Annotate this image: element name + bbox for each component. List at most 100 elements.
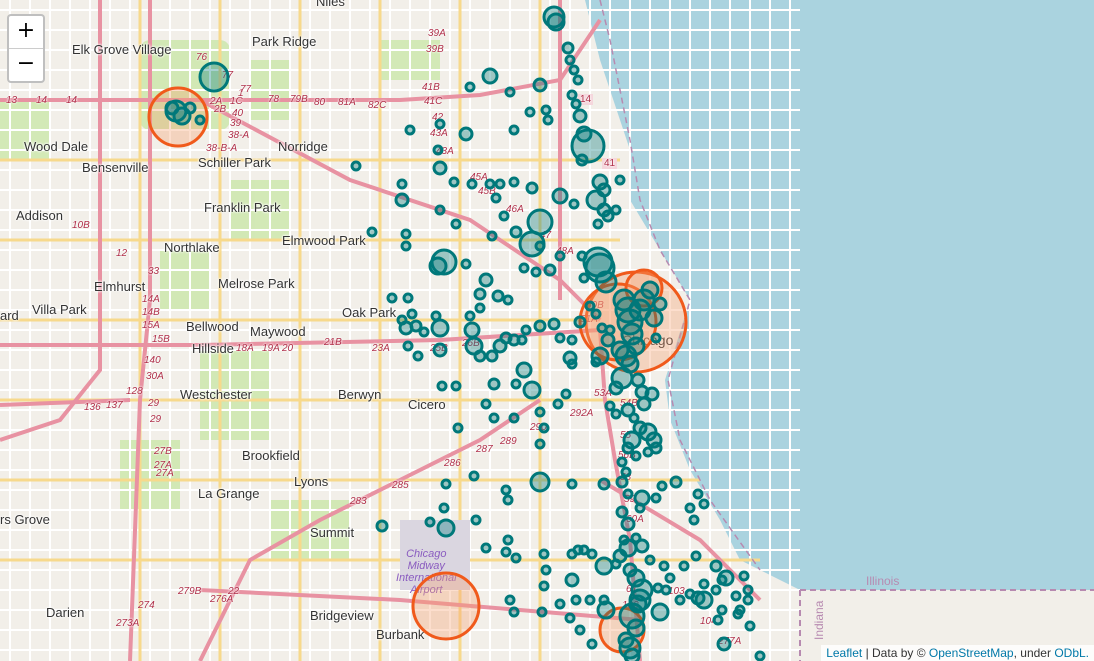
teal-circle-marker[interactable] [463, 321, 481, 339]
teal-circle-marker[interactable] [754, 650, 766, 661]
teal-circle-marker[interactable] [508, 606, 520, 618]
map[interactable]: Niles Elk Grove Village Park Ridge Wood … [0, 0, 1094, 661]
teal-circle-marker[interactable] [652, 296, 668, 312]
teal-circle-marker[interactable] [509, 225, 523, 239]
teal-circle-marker[interactable] [432, 160, 448, 176]
teal-circle-marker[interactable] [586, 638, 598, 650]
teal-circle-marker[interactable] [584, 594, 596, 606]
teal-circle-marker[interactable] [568, 198, 580, 210]
teal-circle-marker[interactable] [452, 422, 464, 434]
teal-circle-marker[interactable] [522, 380, 542, 400]
teal-circle-marker[interactable] [690, 550, 702, 562]
teal-circle-marker[interactable] [674, 594, 686, 606]
teal-circle-marker[interactable] [534, 240, 546, 252]
teal-circle-marker[interactable] [406, 308, 418, 320]
teal-circle-marker[interactable] [396, 314, 408, 326]
teal-circle-marker[interactable] [470, 514, 482, 526]
teal-circle-marker[interactable] [491, 289, 505, 303]
teal-circle-marker[interactable] [468, 470, 480, 482]
teal-circle-marker[interactable] [533, 319, 547, 333]
teal-circle-marker[interactable] [664, 572, 676, 584]
teal-circle-marker[interactable] [350, 160, 362, 172]
teal-circle-marker[interactable] [534, 438, 546, 450]
teal-circle-marker[interactable] [375, 519, 389, 533]
teal-circle-marker[interactable] [538, 422, 550, 434]
teal-circle-marker[interactable] [554, 250, 566, 262]
teal-circle-marker[interactable] [473, 349, 487, 363]
teal-circle-marker[interactable] [396, 178, 408, 190]
teal-circle-marker[interactable] [464, 310, 476, 322]
teal-circle-marker[interactable] [518, 262, 530, 274]
teal-circle-marker[interactable] [650, 332, 662, 344]
teal-circle-marker[interactable] [716, 604, 728, 616]
teal-circle-marker[interactable] [432, 342, 448, 358]
teal-circle-marker[interactable] [742, 584, 754, 596]
teal-circle-marker[interactable] [552, 398, 564, 410]
teal-circle-marker[interactable] [438, 502, 450, 514]
teal-circle-marker[interactable] [584, 300, 596, 312]
teal-circle-marker[interactable] [684, 502, 696, 514]
teal-circle-marker[interactable] [428, 256, 448, 276]
teal-circle-marker[interactable] [402, 340, 414, 352]
teal-circle-marker[interactable] [554, 598, 566, 610]
teal-circle-marker[interactable] [404, 124, 416, 136]
teal-circle-marker[interactable] [636, 396, 652, 412]
teal-circle-marker[interactable] [473, 287, 487, 301]
teal-circle-marker[interactable] [620, 466, 632, 478]
teal-circle-marker[interactable] [658, 560, 670, 572]
teal-circle-marker[interactable] [598, 594, 610, 606]
teal-circle-marker[interactable] [466, 178, 478, 190]
teal-circle-marker[interactable] [418, 326, 430, 338]
teal-circle-marker[interactable] [564, 612, 576, 624]
teal-circle-marker[interactable] [532, 77, 548, 93]
teal-circle-marker[interactable] [578, 272, 590, 284]
teal-circle-marker[interactable] [572, 108, 588, 124]
teal-circle-marker[interactable] [504, 86, 516, 98]
teal-circle-marker[interactable] [669, 475, 683, 489]
teal-circle-marker[interactable] [614, 174, 626, 186]
teal-circle-marker[interactable] [574, 624, 586, 636]
teal-circle-marker[interactable] [592, 218, 604, 230]
teal-circle-marker[interactable] [694, 590, 714, 610]
teal-circle-marker[interactable] [502, 494, 514, 506]
teal-circle-marker[interactable] [566, 89, 578, 101]
teal-circle-marker[interactable] [692, 488, 704, 500]
teal-circle-marker[interactable] [630, 450, 642, 462]
teal-circle-marker[interactable] [198, 61, 230, 93]
teal-circle-marker[interactable] [594, 556, 614, 576]
teal-circle-marker[interactable] [530, 266, 542, 278]
odbl-link[interactable]: ODbL. [1054, 646, 1089, 660]
teal-circle-marker[interactable] [538, 548, 550, 560]
teal-circle-marker[interactable] [464, 81, 476, 93]
teal-circle-marker[interactable] [642, 446, 654, 458]
teal-circle-marker[interactable] [478, 272, 494, 288]
teal-circle-marker[interactable] [594, 270, 618, 294]
teal-circle-marker[interactable] [615, 505, 629, 519]
teal-circle-marker[interactable] [698, 578, 710, 590]
teal-circle-marker[interactable] [566, 358, 578, 370]
teal-circle-marker[interactable] [484, 178, 496, 190]
teal-circle-marker[interactable] [688, 514, 700, 526]
teal-circle-marker[interactable] [597, 477, 611, 491]
teal-circle-marker[interactable] [480, 542, 492, 554]
teal-circle-marker[interactable] [610, 204, 622, 216]
teal-circle-marker[interactable] [551, 187, 569, 205]
teal-circle-marker[interactable] [623, 647, 641, 661]
teal-circle-marker[interactable] [568, 64, 580, 76]
teal-circle-marker[interactable] [502, 534, 514, 546]
teal-circle-marker[interactable] [402, 292, 414, 304]
teal-circle-marker[interactable] [710, 584, 722, 596]
teal-circle-marker[interactable] [608, 380, 624, 396]
teal-circle-marker[interactable] [634, 538, 650, 554]
teal-circle-marker[interactable] [400, 240, 412, 252]
teal-circle-marker[interactable] [485, 349, 499, 363]
teal-circle-marker[interactable] [604, 400, 616, 412]
teal-circle-marker[interactable] [620, 516, 636, 532]
teal-circle-marker[interactable] [650, 602, 670, 622]
teal-circle-marker[interactable] [194, 114, 206, 126]
teal-circle-marker[interactable] [436, 380, 448, 392]
teal-circle-marker[interactable] [678, 560, 690, 572]
teal-circle-marker[interactable] [566, 334, 578, 346]
teal-circle-marker[interactable] [481, 67, 499, 85]
teal-circle-marker[interactable] [644, 554, 656, 566]
